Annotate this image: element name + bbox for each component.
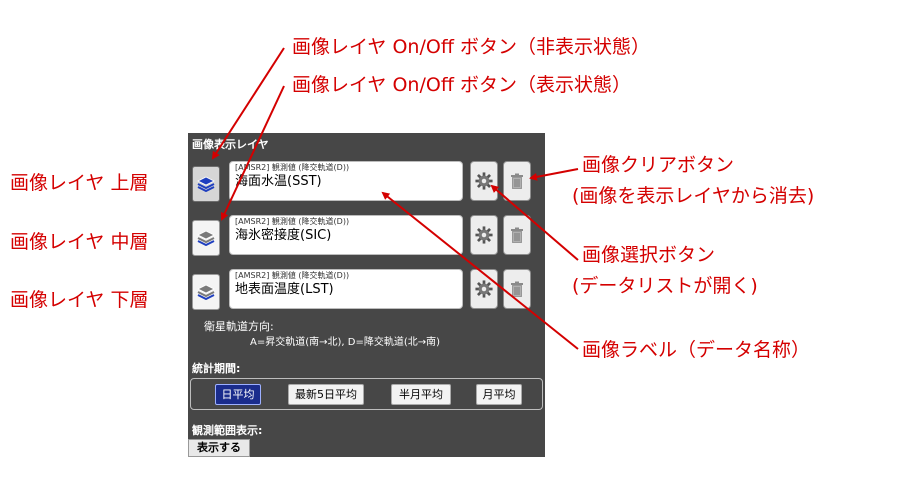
arrow-toggle-shown (220, 85, 285, 221)
arrow-select-button (490, 184, 579, 261)
arrow-image-label (381, 191, 579, 350)
annotation-arrows (211, 47, 579, 350)
arrow-clear-button (529, 168, 579, 181)
arrow-toggle-hidden (211, 47, 285, 160)
